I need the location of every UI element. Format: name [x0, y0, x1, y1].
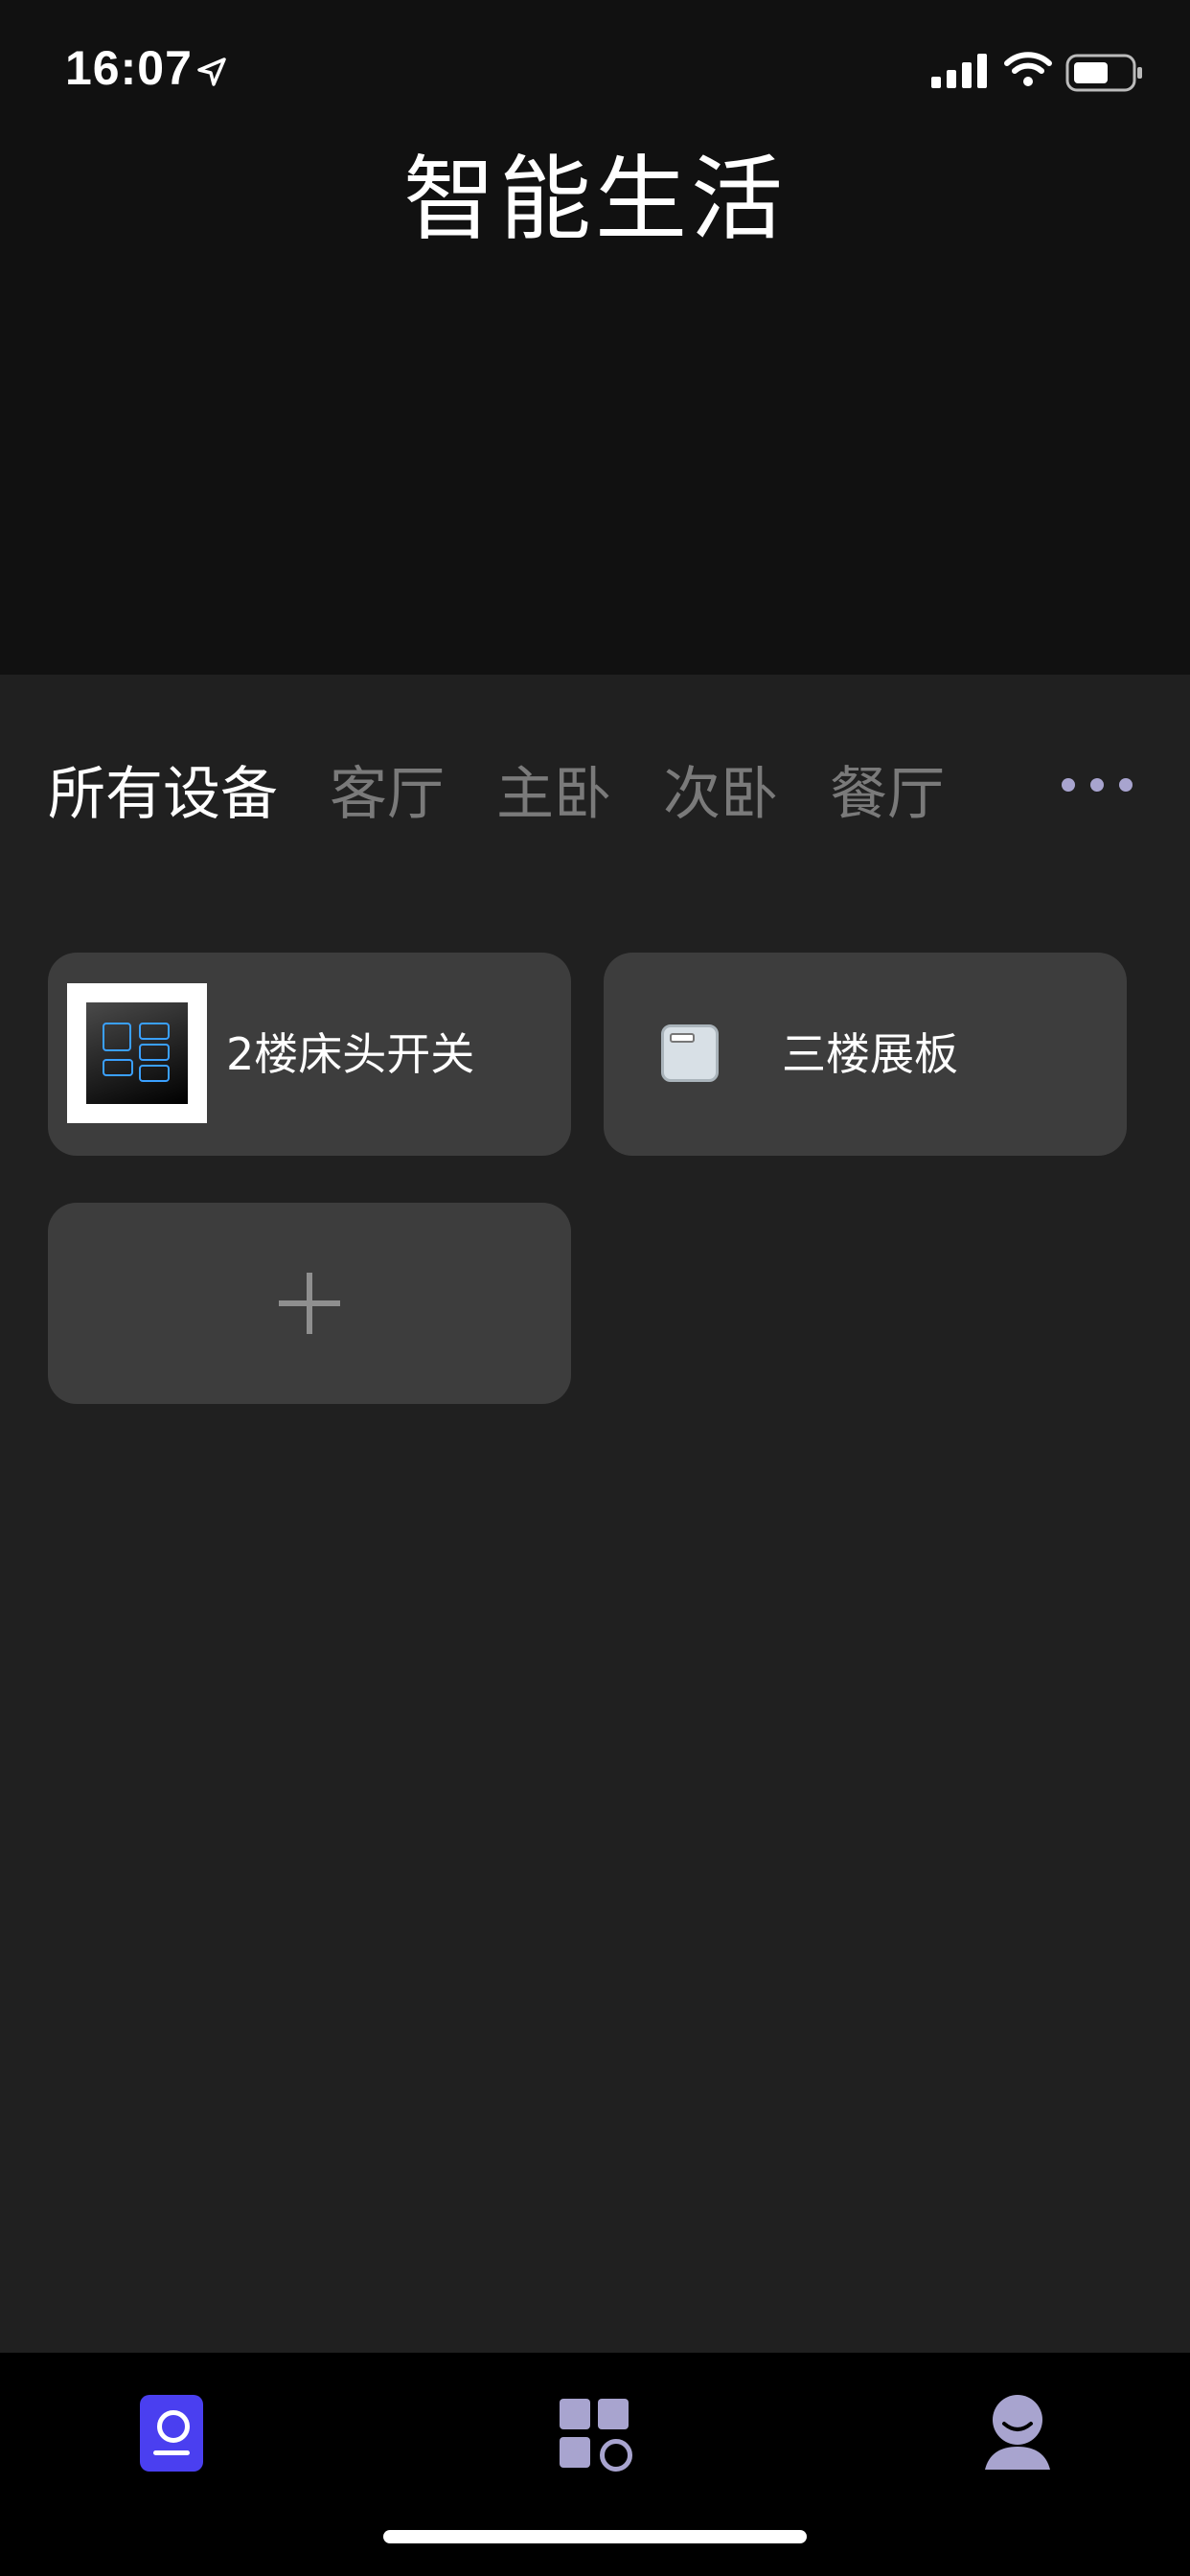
status-time: 16:07	[65, 41, 193, 95]
device-name: 三楼展板	[782, 1028, 958, 1080]
plus-icon	[279, 1273, 340, 1334]
wifi-icon	[1004, 52, 1052, 86]
profile-icon[interactable]	[981, 2391, 1054, 2472]
room-tabs: 所有设备 客厅 主卧 次卧 餐厅	[48, 746, 996, 832]
device-card-display-panel[interactable]: 三楼展板	[604, 953, 1127, 1156]
tab-living-room[interactable]: 客厅	[330, 748, 445, 831]
device-name: 2楼床头开关	[226, 1028, 475, 1080]
header-area: 16:07 智能生活	[0, 0, 1190, 675]
tab-dining-room[interactable]: 餐厅	[830, 748, 945, 831]
panel-icon	[661, 1024, 719, 1082]
home-indicator	[383, 2530, 807, 2543]
battery-icon	[1065, 54, 1142, 92]
tab-all-devices[interactable]: 所有设备	[48, 748, 278, 831]
page-title: 智能生活	[403, 146, 787, 253]
location-arrow-icon	[197, 58, 226, 86]
more-icon[interactable]	[1062, 778, 1133, 792]
tab-master-bedroom[interactable]: 主卧	[496, 748, 611, 831]
add-device-button[interactable]	[48, 1203, 571, 1404]
wall-switch-thumbnail	[67, 983, 207, 1123]
home-icon[interactable]	[140, 2395, 203, 2472]
device-card-bedside-switch[interactable]: 2楼床头开关	[48, 953, 571, 1156]
grid-apps-icon[interactable]	[560, 2399, 632, 2472]
signal-icon	[931, 54, 987, 88]
tab-second-bedroom[interactable]: 次卧	[663, 748, 778, 831]
